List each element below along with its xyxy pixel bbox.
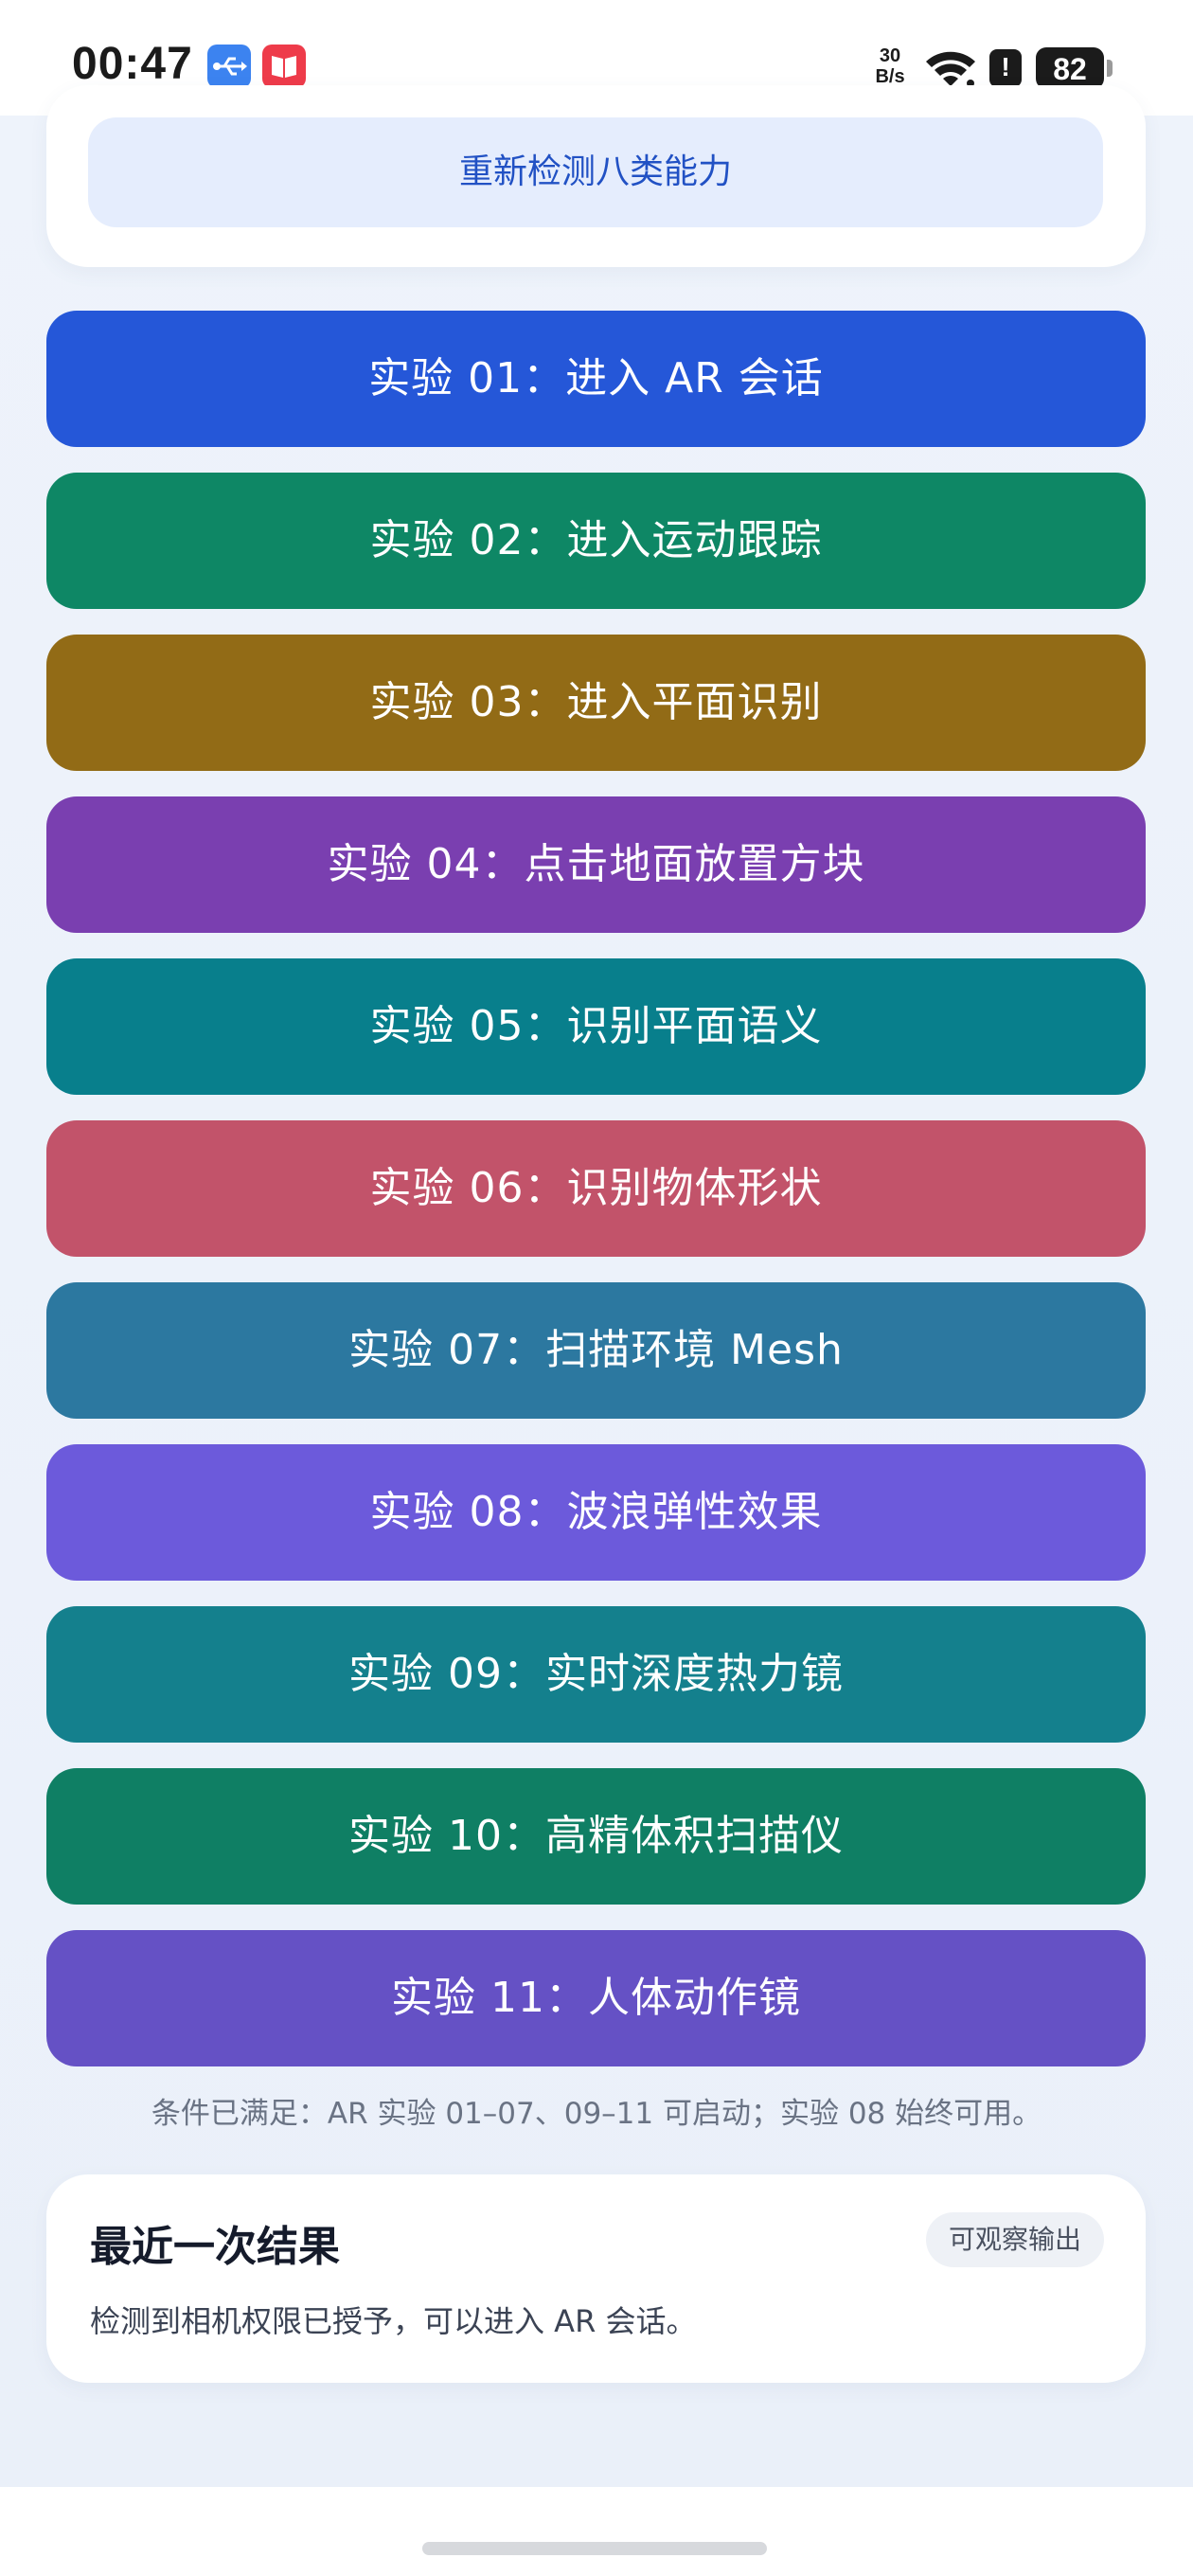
experiment-09-button[interactable]: 实验 09：实时深度热力镜 xyxy=(46,1606,1146,1743)
net-speed: 30 B/s xyxy=(869,45,911,87)
status-time: 00:47 xyxy=(72,39,193,89)
home-indicator[interactable] xyxy=(422,2542,767,2555)
condition-note: 条件已满足：AR 实验 01–07、09–11 可启动；实验 08 始终可用。 xyxy=(151,2097,1042,2131)
wifi-icon xyxy=(926,51,975,87)
observable-output-badge: 可观察输出 xyxy=(925,2212,1104,2267)
alert-glyph: ! xyxy=(1001,52,1010,81)
battery-icon: 82 xyxy=(1036,47,1104,89)
experiment-list: 实验 01：进入 AR 会话 实验 02：进入运动跟踪 实验 03：进入平面识别… xyxy=(46,311,1146,2092)
battery-level: 82 xyxy=(1053,52,1087,86)
recheck-capabilities-button[interactable]: 重新检测八类能力 xyxy=(88,117,1103,227)
net-speed-unit: B/s xyxy=(875,66,905,87)
experiment-10-button[interactable]: 实验 10：高精体积扫描仪 xyxy=(46,1768,1146,1905)
experiment-05-button[interactable]: 实验 05：识别平面语义 xyxy=(46,958,1146,1095)
experiment-07-button[interactable]: 实验 07：扫描环境 Mesh xyxy=(46,1282,1146,1419)
experiment-08-button[interactable]: 实验 08：波浪弹性效果 xyxy=(46,1444,1146,1581)
experiment-02-button[interactable]: 实验 02：进入运动跟踪 xyxy=(46,473,1146,609)
latest-result-card: 最近一次结果 可观察输出 检测到相机权限已授予，可以进入 AR 会话。 xyxy=(46,2174,1146,2383)
result-text: 检测到相机权限已授予，可以进入 AR 会话。 xyxy=(90,2303,697,2339)
navigation-bar xyxy=(0,2487,1193,2576)
book-icon xyxy=(262,45,306,88)
battery-tip xyxy=(1107,60,1113,77)
experiment-06-button[interactable]: 实验 06：识别物体形状 xyxy=(46,1120,1146,1257)
experiment-03-button[interactable]: 实验 03：进入平面识别 xyxy=(46,635,1146,771)
usb-icon xyxy=(207,45,251,88)
experiment-04-button[interactable]: 实验 04：点击地面放置方块 xyxy=(46,796,1146,933)
experiment-01-button[interactable]: 实验 01：进入 AR 会话 xyxy=(46,311,1146,447)
alert-icon: ! xyxy=(989,49,1022,87)
net-speed-value: 30 xyxy=(879,45,901,66)
result-title: 最近一次结果 xyxy=(90,2223,340,2271)
experiment-11-button[interactable]: 实验 11：人体动作镜 xyxy=(46,1930,1146,2066)
